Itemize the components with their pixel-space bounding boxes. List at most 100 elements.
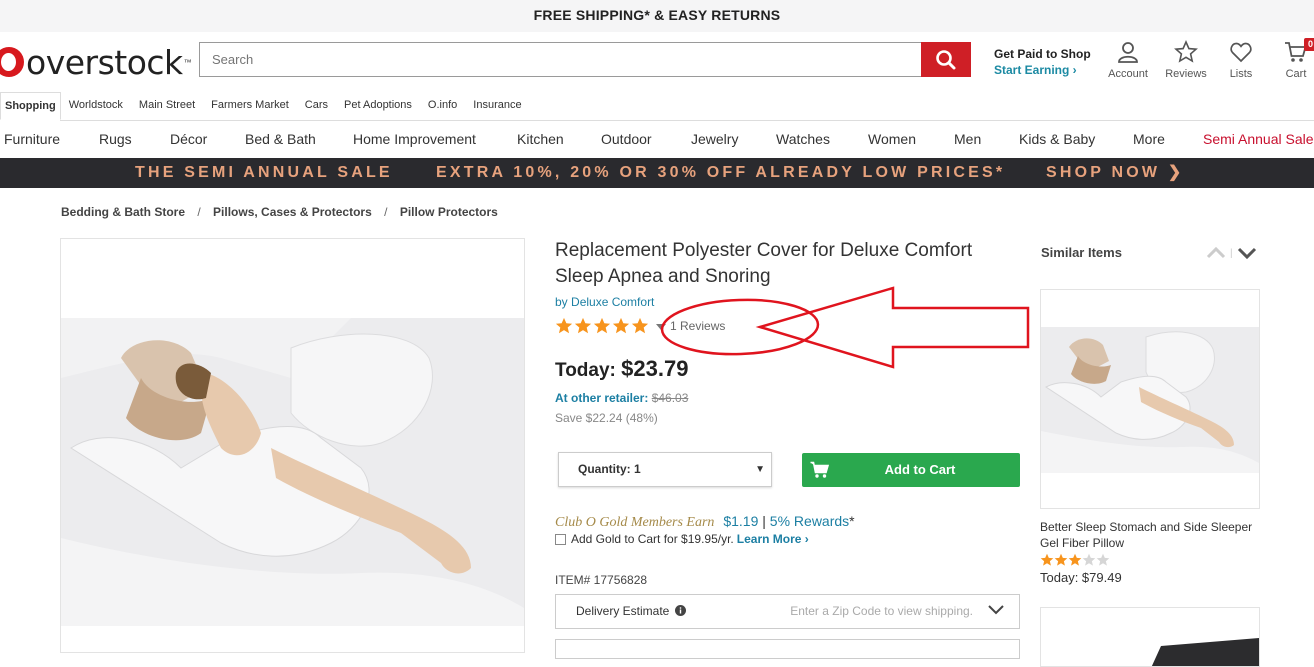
nav-divider: | [1230,247,1233,259]
cart-count-badge: 0 [1304,38,1314,51]
site-header: overstock ™ Get Paid to Shop Start Earni… [0,32,1314,90]
reviews-count-link[interactable]: 1 Reviews [670,319,725,333]
promo-text: FREE SHIPPING* & EASY RETURNS [533,7,781,23]
rating-star-icon [631,317,649,334]
add-gold-checkbox[interactable] [555,533,566,545]
delivery-label-text: Delivery Estimate [576,604,670,618]
account-button[interactable]: Account [1098,40,1158,80]
breadcrumb: Bedding & Bath Store / Pillows, Cases & … [61,205,498,219]
delivery-estimate[interactable]: Delivery Estimate Enter a Zip Code to vi… [555,594,1020,629]
breadcrumb-bedding-bath[interactable]: Bedding & Bath Store [61,205,185,219]
heart-icon [1230,42,1252,63]
club-o-value: $1.19 [723,513,759,529]
today-price: Today: $23.79 [555,356,688,382]
cat-home-improvement[interactable]: Home Improvement [353,126,476,152]
add-gold-option: Add Gold to Cart for $19.95/yr. Learn Mo… [555,532,809,546]
cat-more[interactable]: More [1133,126,1165,152]
cat-women[interactable]: Women [868,126,916,152]
cat-furniture[interactable]: Furniture [4,126,60,152]
cat-kids-baby[interactable]: Kids & Baby [1019,126,1095,152]
similar-item-image-2[interactable] [1040,607,1260,667]
brand-link[interactable]: Deluxe Comfort [571,295,654,309]
cat-outdoor[interactable]: Outdoor [601,126,652,152]
cat-semi-annual-sale[interactable]: Semi Annual Sale [1203,126,1314,152]
similar-item-image[interactable] [1040,289,1260,509]
cat-watches[interactable]: Watches [776,126,830,152]
logo-trademark: ™ [183,57,192,67]
product-image[interactable] [60,238,525,653]
quantity-select[interactable]: Quantity: 1 ▼ [558,452,772,487]
club-o-label: Club O Gold Members Earn [555,515,715,530]
search-input[interactable] [200,43,932,76]
rating-dropdown-icon[interactable] [656,324,666,330]
learn-more-link[interactable]: Learn More › [737,532,809,546]
subnav-pet-adoptions[interactable]: Pet Adoptions [336,92,420,120]
promo-bar[interactable]: FREE SHIPPING* & EASY RETURNS [0,0,1314,32]
club-o-separator: | [762,513,766,529]
subnav-oinfo[interactable]: O.info [420,92,465,120]
lists-label: Lists [1229,68,1253,80]
cat-decor[interactable]: Décor [170,126,207,152]
chevron-up-icon[interactable] [1206,246,1226,260]
product-brand: by Deluxe Comfort [555,295,654,309]
rating-star-empty-icon [1096,553,1110,566]
retail-old-price: $46.03 [651,391,689,405]
start-earning-link[interactable]: Start Earning › [994,62,1091,78]
cart-label: Cart [1285,68,1307,80]
cart-button[interactable]: 0 Cart [1266,38,1314,80]
breadcrumb-pillow-protectors[interactable]: Pillow Protectors [400,205,498,219]
get-paid-promo[interactable]: Get Paid to Shop Start Earning › [994,46,1091,78]
subnav-insurance[interactable]: Insurance [465,92,529,120]
select-arrow-icon: ▼ [755,464,765,475]
add-gold-label: Add Gold to Cart for $19.95/yr. [571,532,734,546]
club-o-rewards-link[interactable]: 5% Rewards [770,513,849,529]
logo-text: overstock [26,42,183,82]
retail-label: At other retailer: [555,391,649,405]
delivery-label: Delivery Estimate [576,604,686,618]
item-number: ITEM# 17756828 [555,573,648,587]
annotation-arrow-icon [755,286,1030,369]
store-subnav: Shopping Worldstock Main Street Farmers … [0,92,1314,120]
search-button[interactable] [921,42,971,77]
cat-rugs[interactable]: Rugs [99,126,132,152]
subnav-farmers-market[interactable]: Farmers Market [203,92,297,120]
star-outline-icon [1174,40,1198,63]
product-rating[interactable]: 1 Reviews [555,317,725,335]
reviews-button[interactable]: Reviews [1156,40,1216,80]
brand-prefix: by [555,295,568,309]
similar-items-title: Similar Items [1041,245,1122,260]
cat-bed-bath[interactable]: Bed & Bath [245,126,316,152]
lists-button[interactable]: Lists [1211,40,1271,80]
banner-title: THE SEMI ANNUAL SALE [135,164,393,181]
cat-kitchen[interactable]: Kitchen [517,126,564,152]
price-value: $23.79 [621,356,689,381]
subnav-shopping[interactable]: Shopping [0,92,61,120]
banner-shop-now[interactable]: SHOP NOW ❯ [1046,158,1184,188]
cat-jewelry[interactable]: Jewelry [691,126,738,152]
similar-item-price: Today: $79.49 [1040,570,1122,585]
info-icon [674,605,686,616]
sale-banner[interactable]: THE SEMI ANNUAL SALE EXTRA 10%, 20% OR 3… [0,158,1314,188]
product-photo [61,318,524,626]
account-icon [1118,42,1138,63]
overstock-logo[interactable]: overstock ™ [0,42,192,82]
rating-star-icon [593,317,611,334]
add-to-cart-button[interactable]: Add to Cart [802,453,1020,487]
subnav-main-street[interactable]: Main Street [131,92,203,120]
next-section-box [555,639,1020,659]
breadcrumb-pillows[interactable]: Pillows, Cases & Protectors [213,205,372,219]
delivery-zip-hint: Enter a Zip Code to view shipping. [790,604,973,618]
similar-item-rating [1040,553,1110,567]
rating-star-icon [555,317,573,334]
savings-text: Save $22.24 (48%) [555,411,658,425]
cat-men[interactable]: Men [954,126,981,152]
chevron-down-icon[interactable] [1237,246,1257,260]
subnav-cars[interactable]: Cars [297,92,336,120]
chevron-down-icon[interactable] [987,604,1005,616]
rating-star-icon [574,317,592,334]
today-label: Today: [555,360,616,381]
similar-item-name[interactable]: Better Sleep Stomach and Side Sleeper Ge… [1040,519,1262,551]
subnav-worldstock[interactable]: Worldstock [61,92,131,120]
rating-star-icon [612,317,630,334]
similar-item-photo-2 [1041,608,1259,666]
